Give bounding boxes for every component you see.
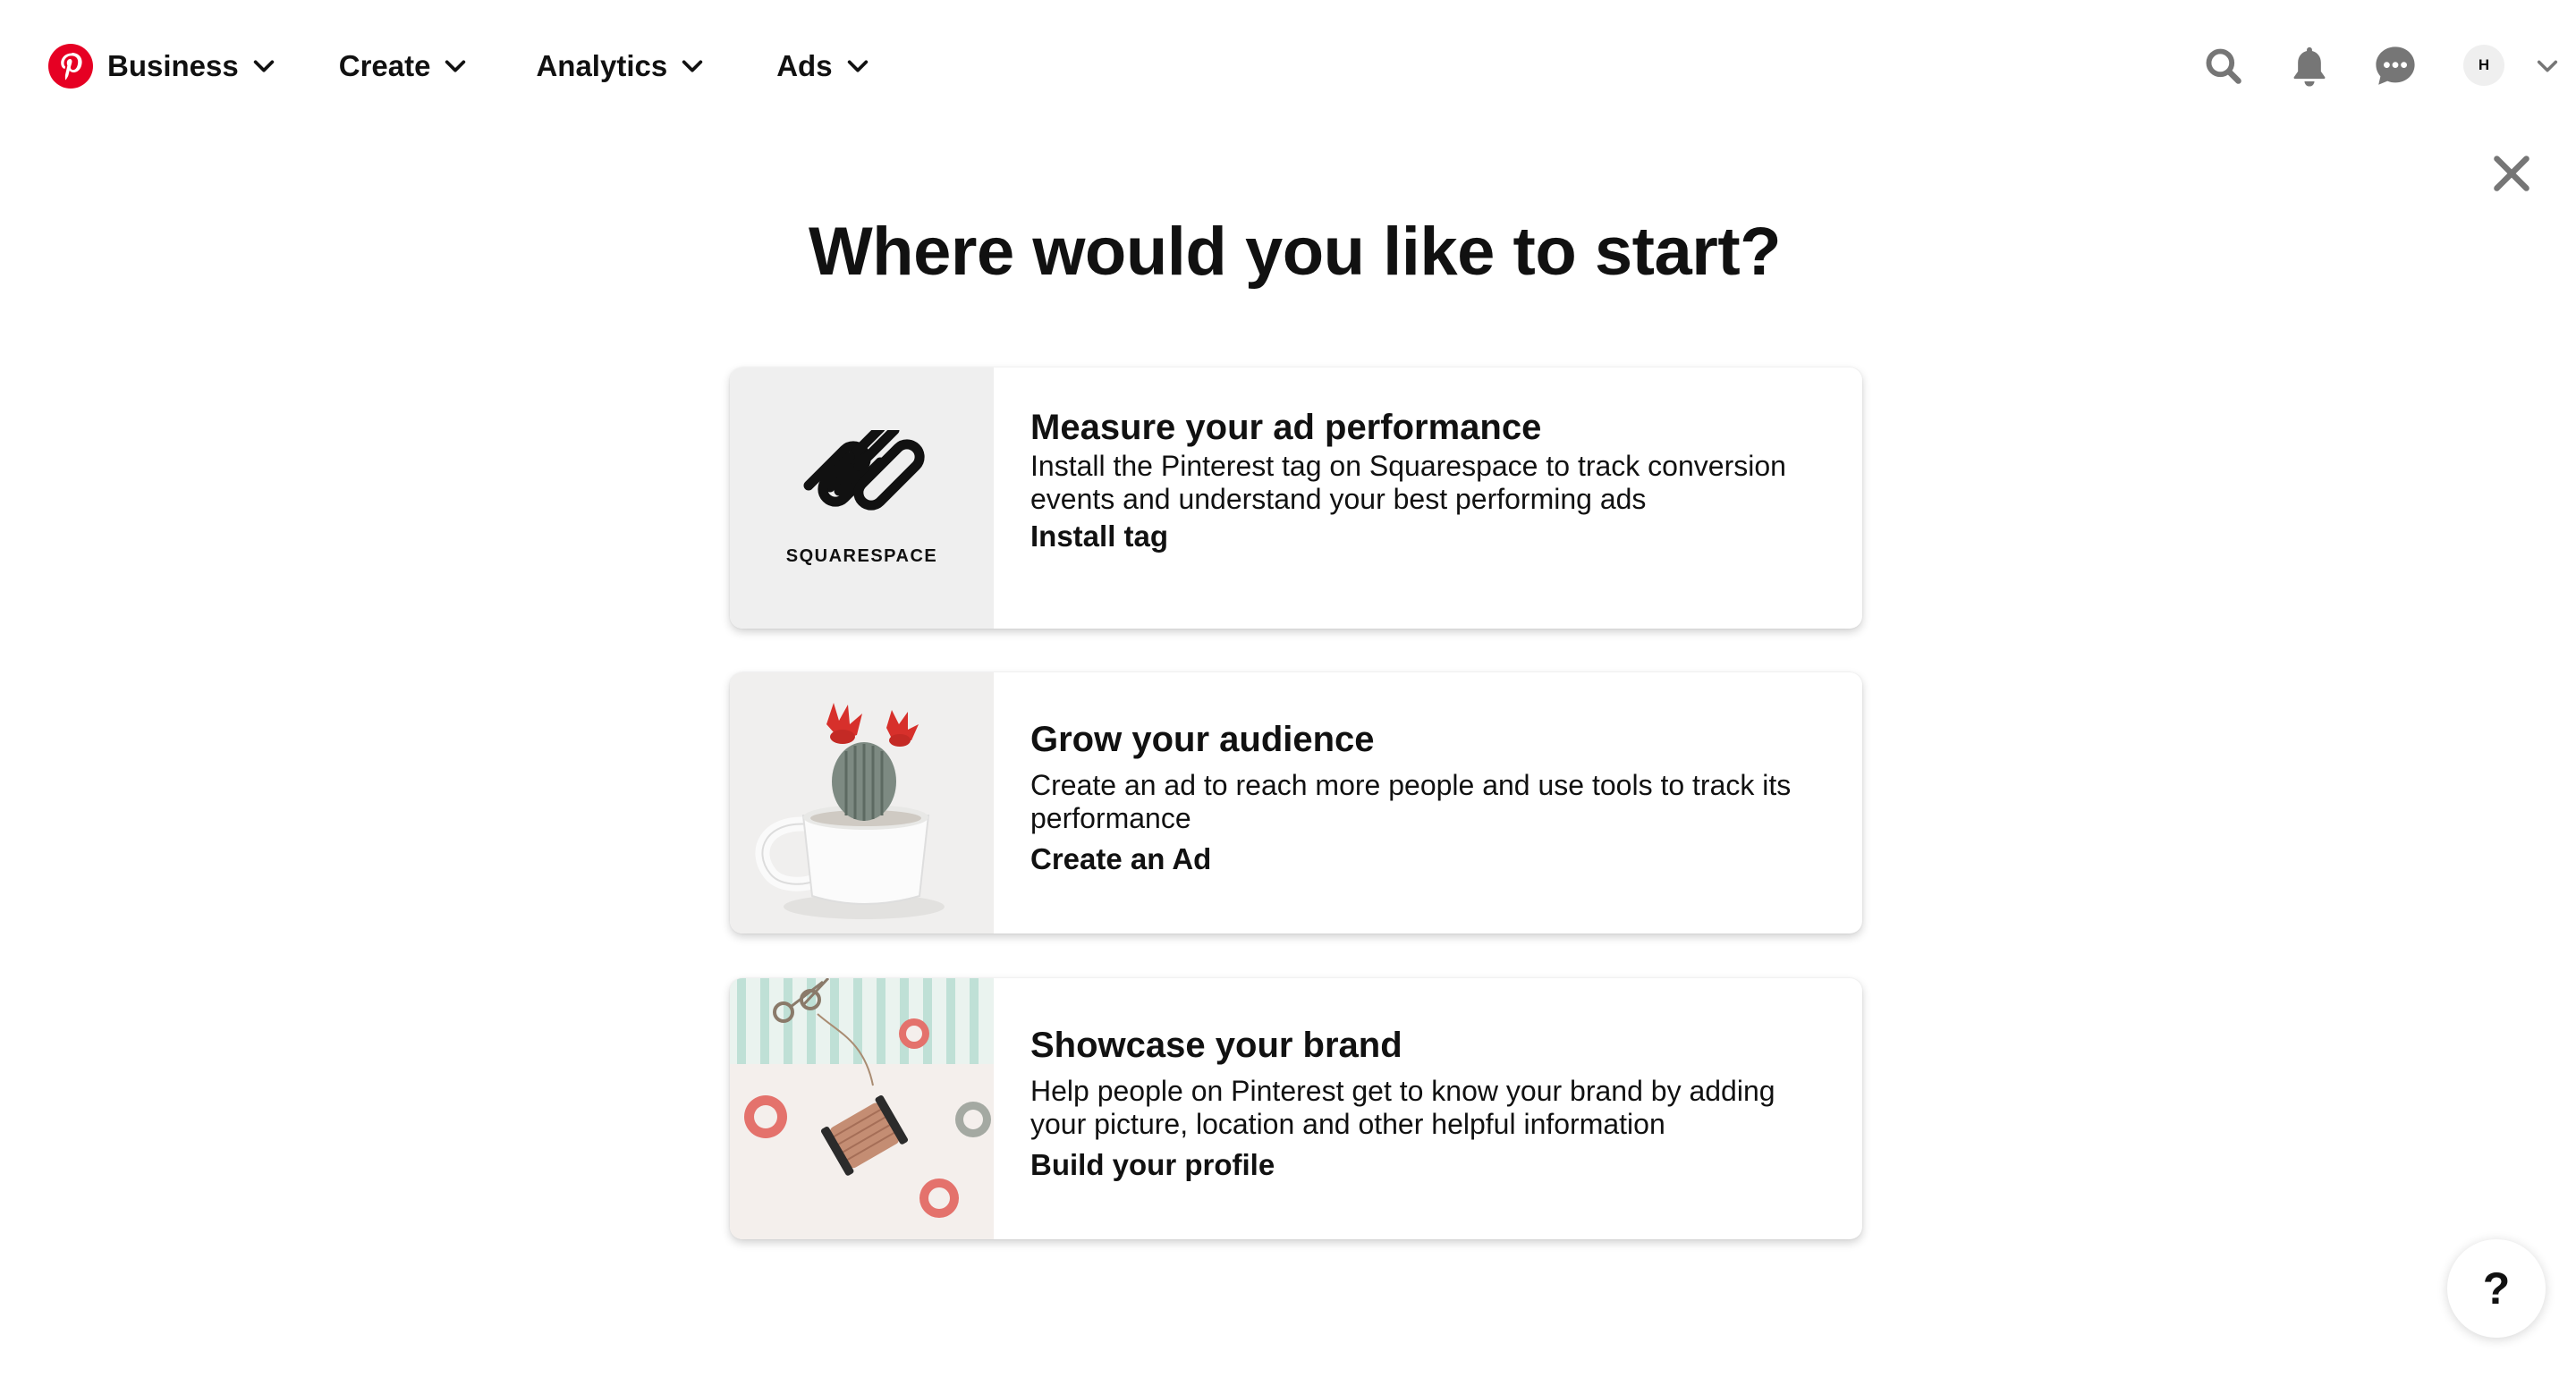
nav-business-label: Business [107,49,239,82]
squarespace-logo-icon [803,430,925,511]
card-title: Measure your ad performance [1030,408,1542,447]
create-ad-link[interactable]: Create an Ad [1030,841,1211,878]
card-measure-ad-performance[interactable]: SQUARESPACE Measure your ad performance … [730,367,1862,629]
chevron-down-icon [847,60,868,72]
nav-ads-label: Ads [776,49,833,82]
card-description: Install the Pinterest tag on Squarespace… [1030,450,1786,515]
card-description: Create an ad to reach more people and us… [1030,769,1792,834]
main-nav: Business Create Analytics Ads [107,39,870,93]
chevron-down-icon [682,60,703,72]
chevron-down-icon [2537,60,2558,72]
help-icon: ? [2482,1263,2511,1314]
build-profile-link[interactable]: Build your profile [1030,1146,1275,1184]
card-title: Grow your audience [1030,720,1375,759]
bell-icon [2293,46,2326,87]
close-icon[interactable] [2492,154,2531,193]
messages-icon [2376,46,2415,85]
search-button[interactable] [2202,45,2245,88]
craft-photo-illustration [730,978,994,1239]
avatar-initial: H [2478,56,2490,73]
account-menu-button[interactable] [2533,52,2562,80]
pinterest-logo-icon[interactable] [48,44,93,89]
nav-ads[interactable]: Ads [776,39,869,93]
nav-create-label: Create [338,49,431,82]
page-title: Where would you like to start? [808,214,1782,290]
nav-analytics-label: Analytics [536,49,668,82]
help-button[interactable]: ? [2447,1239,2546,1338]
card-grow-audience[interactable]: Grow your audience Create an ad to reach… [730,672,1862,933]
card-text: Showcase your brand Help people on Pinte… [1030,1025,1800,1184]
nav-analytics[interactable]: Analytics [536,39,705,93]
cactus-photo-illustration [730,672,994,933]
cactus-cup-image [730,672,994,933]
squarespace-wordmark: SQUARESPACE [785,546,938,566]
search-icon [2206,48,2241,84]
nav-create[interactable]: Create [339,39,469,93]
craft-supplies-image [730,978,994,1239]
card-text: Measure your ad performance Install the … [1030,407,1800,555]
squarespace-logo-image: SQUARESPACE [730,367,994,629]
nav-business[interactable]: Business [107,39,276,93]
chevron-down-icon [253,60,274,72]
card-description: Help people on Pinterest get to know you… [1030,1075,1775,1140]
chevron-down-icon [445,60,466,72]
notifications-button[interactable] [2288,43,2331,89]
messages-button[interactable] [2372,43,2419,89]
avatar[interactable]: H [2463,45,2504,86]
top-navigation-bar: Business Create Analytics Ads H [0,0,2576,134]
card-showcase-brand[interactable]: Showcase your brand Help people on Pinte… [730,978,1862,1239]
install-tag-link[interactable]: Install tag [1030,518,1168,555]
card-text: Grow your audience Create an ad to reach… [1030,719,1800,878]
card-title: Showcase your brand [1030,1026,1402,1065]
